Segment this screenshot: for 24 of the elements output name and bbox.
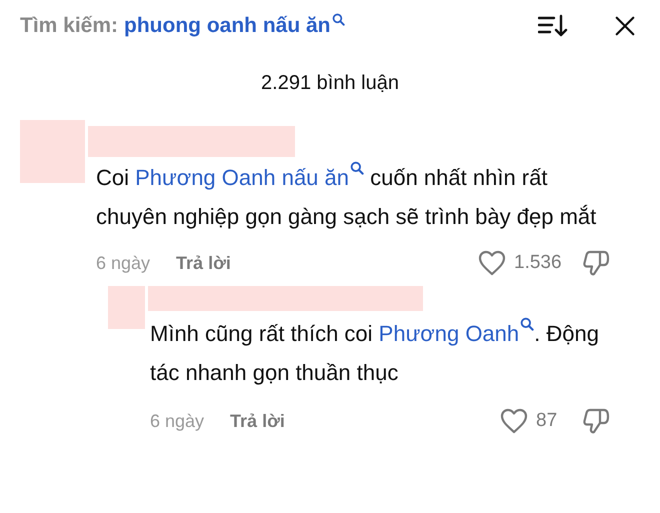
- search-query-link[interactable]: phuong oanh nấu ăn: [124, 12, 345, 40]
- search-icon: [350, 161, 364, 175]
- comment-text: Mình cũng rất thích coi Phương Oanh . Động tác nhanh gọn thuần thục: [150, 313, 610, 392]
- redacted-avatar: [20, 120, 85, 183]
- comment-count: 2.291 bình luận: [260, 72, 400, 96]
- redacted-avatar: [108, 286, 145, 329]
- reply-link[interactable]: Trả lời: [230, 410, 285, 432]
- comment-time: 6 ngày: [150, 410, 204, 432]
- thumbs-down-icon[interactable]: [582, 249, 610, 277]
- search-icon: [332, 13, 345, 26]
- sort-icon[interactable]: [538, 14, 568, 38]
- reply-link[interactable]: Trả lời: [176, 252, 231, 274]
- heart-icon[interactable]: [500, 408, 528, 434]
- search-label: Tìm kiếm:: [20, 14, 118, 37]
- heart-icon[interactable]: [478, 250, 506, 276]
- comment-text: Coi Phương Oanh nấu ăn cuốn nhất nhìn rất chuyên nghiệp gọn gàng sạch sẽ trình bày đẹp mắt: [96, 157, 610, 236]
- close-icon[interactable]: [614, 15, 636, 37]
- search-icon: [520, 317, 534, 331]
- like-count: 87: [536, 410, 558, 432]
- search-link[interactable]: Phương Oanh nấu ăn: [135, 157, 364, 193]
- like-count: 1.536: [514, 252, 563, 274]
- search-link[interactable]: Phương Oanh: [378, 313, 534, 349]
- comment-time: 6 ngày: [96, 252, 150, 274]
- thumbs-down-icon[interactable]: [582, 407, 610, 435]
